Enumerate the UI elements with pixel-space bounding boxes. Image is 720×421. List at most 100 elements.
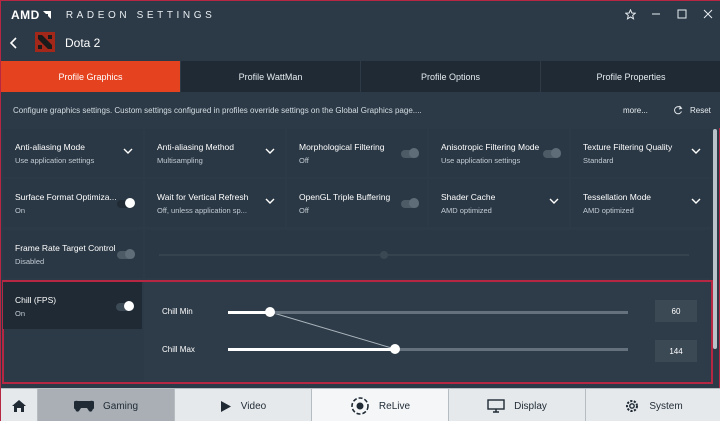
home-icon [12,400,26,412]
chill-max-label: Chill Max [162,345,195,354]
frame-rate-target-slider-disabled [145,230,711,278]
chill-sliders-panel: Chill Min 60 Chill Max 144 [144,282,711,381]
tab-profile-options[interactable]: Profile Options [361,61,541,92]
chill-connector-line [269,311,396,350]
tab-profile-wattman[interactable]: Profile WattMan [181,61,361,92]
nav-video-label: Video [240,400,267,412]
setting-antialiasing-mode[interactable]: Anti-aliasing Mode Use application setti… [3,129,143,177]
setting-title: Shader Cache [441,192,496,202]
setting-title: Frame Rate Target Control [15,243,116,253]
disabled-slider-thumb [380,251,388,259]
surface-format-toggle[interactable] [117,198,135,208]
chill-min-value[interactable]: 60 [655,300,697,322]
maximize-icon[interactable] [674,6,690,22]
app-window: AMD RADEON SETTINGS Dota 2 Profile Graph… [0,0,720,421]
chill-toggle[interactable] [116,301,134,311]
amd-arrow-icon [42,11,51,19]
setting-frame-rate-target-control: Frame Rate Target Control Disabled [3,230,143,278]
title-bar: AMD RADEON SETTINGS [1,1,720,28]
morphological-filtering-toggle[interactable] [401,148,419,158]
chevron-down-icon [123,148,133,154]
setting-antialiasing-method[interactable]: Anti-aliasing Method Multisampling [145,129,285,177]
setting-title: Tessellation Mode [583,192,652,202]
toggle-knob [124,301,134,311]
reset-button[interactable]: Reset [673,105,711,115]
setting-title: Anti-aliasing Method [157,142,235,152]
chill-min-thumb[interactable] [265,307,275,317]
setting-value: Multisampling [157,156,203,165]
nav-system[interactable]: System [586,389,720,421]
brand: AMD RADEON SETTINGS [11,8,215,22]
setting-wait-for-vertical-refresh[interactable]: Wait for Vertical Refresh Off, unless ap… [145,179,285,227]
setting-value: AMD optimized [583,206,634,215]
nav-home[interactable] [1,389,38,421]
chill-max-thumb[interactable] [390,344,400,354]
setting-value: Disabled [15,257,45,266]
nav-video[interactable]: Video [175,389,312,421]
chill-min-track[interactable] [228,311,628,314]
reset-label: Reset [690,105,711,115]
toggle-knob [125,198,135,208]
setting-title: Wait for Vertical Refresh [157,192,249,202]
chevron-down-icon [691,148,701,154]
setting-texture-filtering-quality[interactable]: Texture Filtering Quality Standard [571,129,711,177]
toggle-knob [551,148,561,158]
setting-title: Chill (FPS) [15,295,57,305]
minimize-icon[interactable] [648,6,664,22]
chevron-down-icon [265,198,275,204]
bottom-nav: Gaming Video ReLive Display System [1,388,720,421]
back-arrow-icon[interactable] [9,36,23,52]
play-icon [220,400,232,413]
tab-profile-properties[interactable]: Profile Properties [541,61,720,92]
info-bar: Configure graphics settings. Custom sett… [1,92,720,128]
reset-icon [674,105,683,115]
setting-title: Anti-aliasing Mode [15,142,85,152]
nav-gaming-label: Gaming [102,400,138,412]
toggle-knob [409,198,419,208]
frame-rate-target-toggle[interactable] [117,249,135,259]
setting-value: On [15,309,26,318]
star-icon[interactable] [622,6,638,22]
close-icon[interactable] [700,6,716,22]
monitor-icon [487,399,505,413]
setting-morphological-filtering: Morphological Filtering Off [287,129,427,177]
chevron-down-icon [265,148,275,154]
nav-gaming[interactable]: Gaming [38,389,175,421]
setting-title: Surface Format Optimiza... [15,192,117,202]
vertical-scrollbar[interactable] [713,129,717,349]
chill-min-fill [228,311,270,314]
chill-max-value[interactable]: 144 [655,340,697,362]
setting-value: Standard [583,156,614,165]
game-header: Dota 2 [1,28,720,61]
anisotropic-filtering-toggle[interactable] [543,148,561,158]
chill-min-label: Chill Min [162,307,193,316]
setting-tessellation-mode[interactable]: Tessellation Mode AMD optimized [571,179,711,227]
setting-title: Morphological Filtering [299,142,385,152]
amd-logo: AMD [11,8,40,22]
nav-relive[interactable]: ReLive [312,389,449,421]
disabled-slider-track [159,254,689,256]
chevron-down-icon [691,198,701,204]
setting-value: On [15,206,26,215]
chevron-down-icon [549,198,559,204]
setting-value: Use application settings [15,156,95,165]
info-description: Configure graphics settings. Custom sett… [13,106,422,115]
opengl-triple-buffering-toggle[interactable] [401,198,419,208]
nav-relive-label: ReLive [378,400,411,412]
app-title: RADEON SETTINGS [65,9,216,21]
tab-profile-graphics[interactable]: Profile Graphics [1,61,181,92]
setting-title: OpenGL Triple Buffering [299,192,391,202]
more-link[interactable]: more... [623,106,648,115]
setting-value: Use application settings [441,156,521,165]
nav-display[interactable]: Display [449,389,586,421]
setting-shader-cache[interactable]: Shader Cache AMD optimized [429,179,569,227]
game-title: Dota 2 [65,36,101,50]
toggle-knob [125,249,135,259]
setting-anisotropic-filtering-mode: Anisotropic Filtering Mode Use applicati… [429,129,569,177]
setting-surface-format-optimization: Surface Format Optimiza... On [3,179,143,227]
setting-value: Off [299,156,309,165]
setting-chill: Chill (FPS) On [3,282,142,329]
setting-opengl-triple-buffering: OpenGL Triple Buffering Off [287,179,427,227]
chill-max-fill [228,348,395,351]
setting-value: Off, unless application sp... [157,206,247,215]
